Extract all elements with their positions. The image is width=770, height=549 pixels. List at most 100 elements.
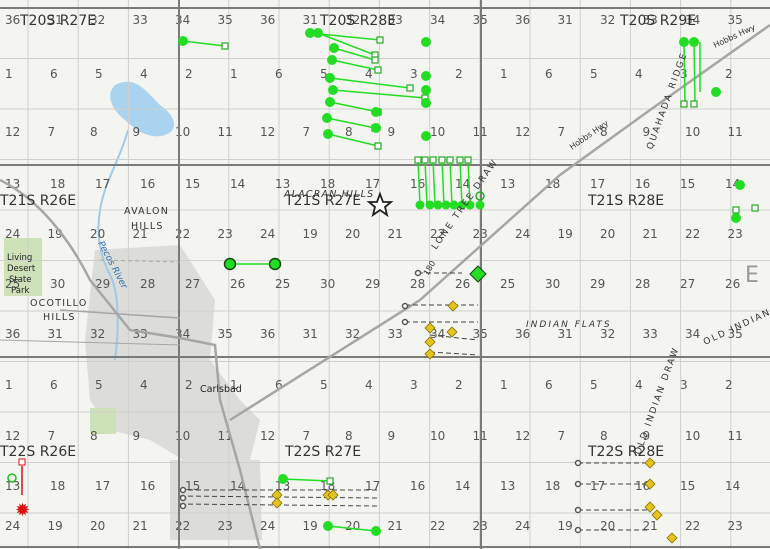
section-number: 20 [345, 519, 360, 533]
well-bottom-marker[interactable] [374, 142, 382, 150]
well-surface-marker[interactable] [371, 107, 381, 117]
section-number: 19 [303, 519, 318, 533]
section-number: 17 [365, 479, 380, 493]
well-bottom-marker[interactable] [429, 156, 437, 164]
well-bottom-marker[interactable] [421, 156, 429, 164]
well-surface-marker[interactable] [325, 97, 335, 107]
well-bottom-marker[interactable] [414, 156, 422, 164]
well-surface-marker[interactable] [223, 257, 237, 271]
well-open-marker[interactable] [179, 502, 187, 510]
well-surface-marker[interactable] [328, 85, 338, 95]
map-svg[interactable]: 36 31 32 33 34 35 36 31 32 33 34 35 36 31 32 33 34 351 6 5 4… [0, 0, 770, 549]
section-number: 16 [410, 479, 425, 493]
well-surface-marker[interactable] [421, 85, 431, 95]
well-surface-marker[interactable] [731, 213, 741, 223]
section-number: 3 [410, 378, 418, 392]
section-number: 26 [455, 277, 470, 291]
map-canvas[interactable]: 36 31 32 33 34 35 36 31 32 33 34 35 36 31 32 33 34 35 1 6 5 4… [0, 0, 770, 549]
section-number: 4 [140, 378, 148, 392]
well-surface-marker[interactable] [178, 36, 188, 46]
well-surface-marker[interactable] [329, 43, 339, 53]
section-number: 24 [260, 519, 275, 533]
well-surface-marker[interactable] [371, 123, 381, 133]
section-number: 30 [50, 277, 65, 291]
section-number: 2 [725, 67, 733, 81]
section-number: 7 [558, 125, 566, 139]
well-bottom-marker[interactable] [326, 477, 334, 485]
section-number: 7 [48, 429, 56, 443]
well-surface-marker[interactable] [323, 521, 333, 531]
well-bottom-marker[interactable] [438, 156, 446, 164]
well-bottom-marker[interactable] [374, 66, 382, 74]
well-bottom-marker[interactable] [376, 36, 384, 44]
well-surface-marker[interactable] [421, 37, 431, 47]
well-open-marker[interactable] [179, 494, 187, 502]
well-open-marker[interactable] [574, 506, 582, 514]
section-number: 16 [140, 479, 155, 493]
section-number: 27 [680, 277, 695, 291]
well-surface-marker[interactable] [278, 474, 288, 484]
well-bottom-marker[interactable] [464, 156, 472, 164]
section-number: 4 [635, 378, 643, 392]
well-bottom-marker[interactable] [221, 42, 229, 50]
township-label: T21S R26E [0, 193, 76, 209]
well-surface-marker[interactable] [475, 200, 485, 210]
section-number: 36 [5, 327, 20, 341]
section-number: 31 [558, 13, 573, 27]
section-number: 11 [218, 125, 233, 139]
section-number: 21 [643, 519, 658, 533]
well-open-marker[interactable] [574, 480, 582, 488]
section-number: 8 [90, 429, 98, 443]
section-number: 11 [728, 125, 743, 139]
section-number: 25 [500, 277, 515, 291]
section-number: 29 [365, 277, 380, 291]
section-number: 1 [5, 67, 13, 81]
well-surface-marker[interactable] [711, 87, 721, 97]
well-surface-marker[interactable] [421, 98, 431, 108]
well-open-marker[interactable] [574, 526, 582, 534]
well-open-marker[interactable] [401, 318, 409, 326]
well-surface-marker[interactable] [425, 200, 435, 210]
well-bottom-marker[interactable] [690, 100, 698, 108]
township-label: T20S R29E [619, 13, 696, 29]
section-number: 14 [725, 479, 740, 493]
well-surface-marker[interactable] [735, 180, 745, 190]
well-bottom-marker[interactable] [456, 156, 464, 164]
well-surface-marker[interactable] [421, 131, 431, 141]
well-surface-marker[interactable] [441, 200, 451, 210]
well-surface-marker[interactable] [313, 28, 323, 38]
well-bottom-marker[interactable] [751, 204, 759, 212]
well-surface-marker[interactable] [322, 113, 332, 123]
section-number: 5 [95, 378, 103, 392]
section-number: 8 [345, 429, 353, 443]
well-bottom-marker[interactable] [732, 206, 740, 214]
well-bottom-marker[interactable] [371, 56, 379, 64]
well-surface-marker[interactable] [371, 526, 381, 536]
well-bottom-marker[interactable] [406, 84, 414, 92]
well-open-marker[interactable] [414, 269, 422, 277]
well-open-marker[interactable] [574, 459, 582, 467]
well-surface-marker[interactable] [268, 257, 282, 271]
well-surface-marker[interactable] [325, 73, 335, 83]
well-open-marker[interactable] [179, 486, 187, 494]
well-bottom-marker[interactable] [446, 156, 454, 164]
red-sun-icon[interactable]: ✹ [15, 500, 30, 521]
well-surface-marker[interactable] [433, 200, 443, 210]
well-surface-marker[interactable] [689, 37, 699, 47]
section-number: 34 [175, 13, 190, 27]
well-surface-marker[interactable] [415, 200, 425, 210]
section-number: 13 [500, 177, 515, 191]
section-number: 5 [320, 378, 328, 392]
section-number: 6 [545, 378, 553, 392]
well-bottom-marker[interactable] [680, 100, 688, 108]
section-number: 32 [600, 13, 615, 27]
well-surface-marker[interactable] [323, 129, 333, 139]
section-number: 9 [388, 429, 396, 443]
well-surface-marker[interactable] [679, 37, 689, 47]
well-open-marker[interactable] [401, 302, 409, 310]
well-surface-marker[interactable] [421, 71, 431, 81]
section-number: 18 [545, 479, 560, 493]
well-surface-marker[interactable] [327, 55, 337, 65]
section-number: 36 [260, 13, 275, 27]
section-number: 34 [430, 13, 445, 27]
